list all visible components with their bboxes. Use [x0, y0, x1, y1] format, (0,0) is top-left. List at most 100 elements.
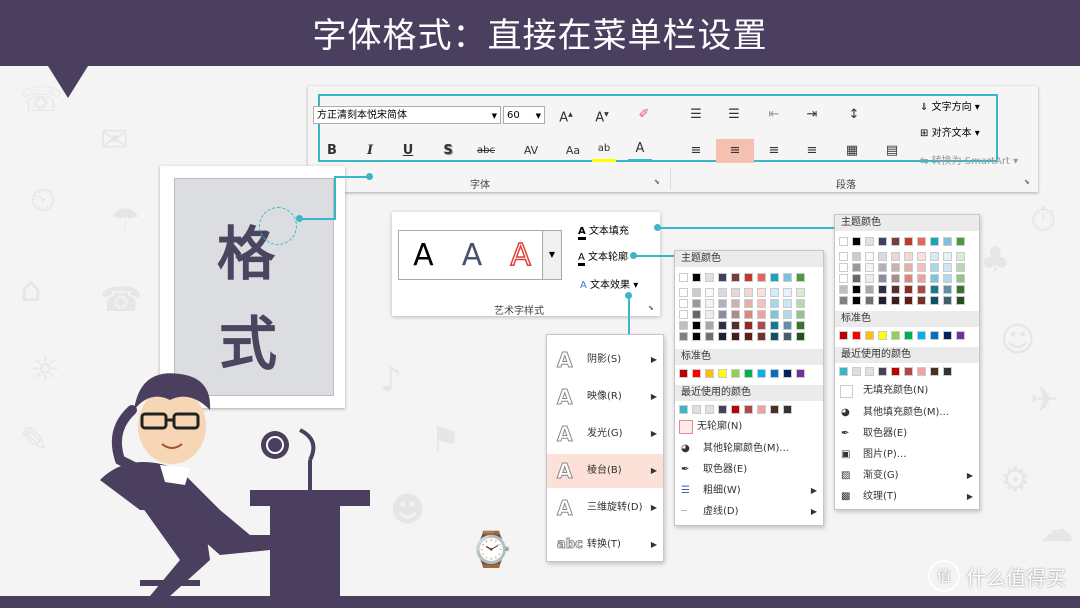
- color-swatch[interactable]: [705, 310, 714, 319]
- color-swatch[interactable]: [865, 252, 874, 261]
- wordart-style-blue[interactable]: A: [462, 238, 483, 273]
- color-swatch[interactable]: [770, 310, 779, 319]
- gradient-item[interactable]: ▨ 渐变(G) ▶: [835, 466, 979, 486]
- color-swatch[interactable]: [757, 273, 766, 282]
- color-swatch[interactable]: [679, 273, 688, 282]
- color-swatch[interactable]: [878, 263, 887, 272]
- color-swatch[interactable]: [930, 274, 939, 283]
- color-swatch[interactable]: [852, 274, 861, 283]
- color-swatch[interactable]: [796, 299, 805, 308]
- color-swatch[interactable]: [891, 237, 900, 246]
- recent-color-swatch[interactable]: [679, 405, 688, 414]
- clear-format-button[interactable]: ✐: [632, 105, 656, 125]
- color-swatch[interactable]: [718, 321, 727, 330]
- color-swatch[interactable]: [839, 237, 848, 246]
- color-swatch[interactable]: [839, 285, 848, 294]
- standard-color-swatch[interactable]: [679, 369, 688, 378]
- wordart-style-red-outline[interactable]: A: [510, 237, 532, 274]
- standard-color-swatch[interactable]: [731, 369, 740, 378]
- color-swatch[interactable]: [956, 252, 965, 261]
- recent-color-swatch[interactable]: [878, 367, 887, 376]
- decrease-font-button[interactable]: A▼: [590, 105, 614, 125]
- recent-color-swatch[interactable]: [852, 367, 861, 376]
- dialog-launcher-icon[interactable]: ⬊: [654, 178, 660, 186]
- color-swatch[interactable]: [930, 237, 939, 246]
- color-swatch[interactable]: [852, 263, 861, 272]
- color-swatch[interactable]: [917, 285, 926, 294]
- standard-color-swatch[interactable]: [904, 331, 913, 340]
- color-swatch[interactable]: [783, 321, 792, 330]
- color-swatch[interactable]: [757, 288, 766, 297]
- effects-item[interactable]: A 发光(G) ▶: [547, 417, 663, 451]
- color-swatch[interactable]: [744, 321, 753, 330]
- change-case-button[interactable]: Aa: [558, 141, 588, 161]
- wordart-style-black[interactable]: A: [413, 238, 434, 273]
- dash-item[interactable]: ┄ 虚线(D) ▶: [675, 502, 823, 522]
- eyedropper-item[interactable]: ✒ 取色器(E): [675, 460, 823, 480]
- color-swatch[interactable]: [852, 296, 861, 305]
- color-swatch[interactable]: [956, 237, 965, 246]
- text-outline-button[interactable]: A 文本轮廓: [578, 248, 628, 266]
- color-swatch[interactable]: [839, 296, 848, 305]
- color-swatch[interactable]: [878, 237, 887, 246]
- color-swatch[interactable]: [891, 296, 900, 305]
- no-outline-item[interactable]: 无轮廓(N): [675, 417, 823, 437]
- color-swatch[interactable]: [878, 274, 887, 283]
- color-swatch[interactable]: [679, 321, 688, 330]
- color-swatch[interactable]: [692, 321, 701, 330]
- align-left-icon[interactable]: ≡: [684, 141, 708, 161]
- color-swatch[interactable]: [852, 252, 861, 261]
- eyedropper-item[interactable]: ✒ 取色器(E): [835, 424, 979, 444]
- justify-icon[interactable]: ≡: [800, 141, 824, 161]
- columns-icon[interactable]: ▤: [880, 141, 904, 161]
- text-effects-button[interactable]: A 文本效果 ▾: [580, 276, 638, 291]
- recent-color-swatch[interactable]: [943, 367, 952, 376]
- standard-color-swatch[interactable]: [705, 369, 714, 378]
- effects-item[interactable]: A 棱台(B) ▶: [547, 454, 663, 488]
- numbering-icon[interactable]: ☰: [722, 105, 746, 125]
- color-swatch[interactable]: [878, 252, 887, 261]
- color-swatch[interactable]: [930, 252, 939, 261]
- color-swatch[interactable]: [943, 252, 952, 261]
- color-swatch[interactable]: [692, 288, 701, 297]
- standard-color-swatch[interactable]: [865, 331, 874, 340]
- standard-color-swatch[interactable]: [692, 369, 701, 378]
- color-swatch[interactable]: [943, 237, 952, 246]
- color-swatch[interactable]: [796, 273, 805, 282]
- recent-color-swatch[interactable]: [904, 367, 913, 376]
- color-swatch[interactable]: [930, 296, 939, 305]
- color-swatch[interactable]: [718, 273, 727, 282]
- color-swatch[interactable]: [904, 296, 913, 305]
- color-swatch[interactable]: [783, 310, 792, 319]
- dialog-launcher-icon[interactable]: ⬊: [1024, 178, 1030, 186]
- dialog-launcher-icon[interactable]: ⬊: [648, 304, 654, 312]
- color-swatch[interactable]: [852, 237, 861, 246]
- recent-color-swatch[interactable]: [865, 367, 874, 376]
- color-swatch[interactable]: [770, 299, 779, 308]
- effects-item[interactable]: A 映像(R) ▶: [547, 380, 663, 414]
- color-swatch[interactable]: [796, 288, 805, 297]
- color-swatch[interactable]: [744, 310, 753, 319]
- line-spacing-icon[interactable]: ↕: [842, 105, 866, 125]
- no-fill-item[interactable]: 无填充颜色(N): [835, 381, 979, 401]
- color-swatch[interactable]: [731, 299, 740, 308]
- font-color-button[interactable]: A: [628, 139, 652, 162]
- bold-button[interactable]: B: [320, 141, 344, 161]
- color-swatch[interactable]: [731, 310, 740, 319]
- color-swatch[interactable]: [705, 299, 714, 308]
- recent-color-swatch[interactable]: [705, 405, 714, 414]
- color-swatch[interactable]: [878, 285, 887, 294]
- distributed-icon[interactable]: ▦: [840, 141, 864, 161]
- recent-color-swatch[interactable]: [891, 367, 900, 376]
- color-swatch[interactable]: [865, 274, 874, 283]
- recent-color-swatch[interactable]: [783, 405, 792, 414]
- color-swatch[interactable]: [770, 288, 779, 297]
- color-swatch[interactable]: [718, 332, 727, 341]
- recent-color-swatch[interactable]: [757, 405, 766, 414]
- bullets-icon[interactable]: ☰: [684, 105, 708, 125]
- color-swatch[interactable]: [839, 274, 848, 283]
- standard-color-swatch[interactable]: [839, 331, 848, 340]
- gallery-more-button[interactable]: ▼: [542, 230, 562, 280]
- decrease-indent-icon[interactable]: ⇤: [762, 105, 786, 125]
- recent-color-swatch[interactable]: [930, 367, 939, 376]
